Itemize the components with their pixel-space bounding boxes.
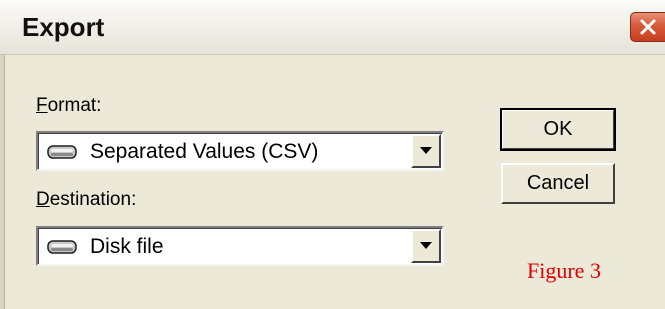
destination-select[interactable]: Disk file — [36, 226, 444, 266]
disk-drive-icon — [47, 145, 77, 159]
figure-caption: Figure 3 — [527, 258, 601, 283]
cancel-button[interactable]: Cancel — [501, 163, 615, 204]
ok-button[interactable]: OK — [500, 108, 616, 151]
destination-label: Destination: — [36, 189, 136, 211]
format-label-accelerator: F — [36, 95, 48, 116]
destination-dropdown-button[interactable] — [411, 229, 441, 263]
destination-label-accelerator: D — [36, 189, 50, 210]
window-border — [0, 55, 5, 309]
format-dropdown-button[interactable] — [411, 134, 441, 168]
close-button[interactable] — [630, 12, 665, 42]
disk-drive-icon — [47, 240, 77, 254]
export-dialog: Export Format: Separated Values (CSV) De… — [0, 0, 665, 309]
format-select[interactable]: Separated Values (CSV) — [36, 131, 444, 171]
format-label: Format: — [36, 95, 101, 117]
dialog-title: Export — [22, 12, 105, 42]
format-label-text: ormat: — [47, 95, 102, 116]
destination-select-value: Disk file — [90, 235, 164, 258]
destination-label-text: estination: — [49, 189, 137, 210]
title-bar[interactable]: Export — [0, 0, 665, 55]
format-select-value: Separated Values (CSV) — [90, 140, 319, 163]
